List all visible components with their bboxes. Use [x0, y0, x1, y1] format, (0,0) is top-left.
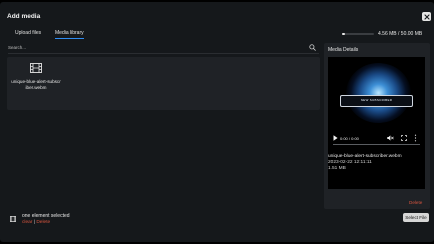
more-options-icon[interactable]: [414, 134, 417, 142]
details-filename: unique-blue-alert-subscriber.webm: [328, 154, 402, 159]
video-banner-text: NEW SUBSCRIBER: [360, 98, 393, 102]
film-icon: [30, 63, 42, 73]
video-glow: [346, 63, 411, 123]
add-media-modal: Add media Upload files Media library 4.5…: [0, 2, 434, 242]
video-time: 0:00 / 0:00: [340, 136, 359, 141]
media-item-name: unique-blue-alert-subscriber.webm: [11, 79, 61, 90]
select-file-button[interactable]: Select File: [403, 213, 429, 222]
media-details-panel: Media Details NEW SUBSCRIBER 0:00 / 0:00: [324, 43, 430, 209]
mute-icon[interactable]: [387, 135, 394, 141]
fullscreen-icon[interactable]: [401, 135, 407, 141]
selection-count: one element selected: [22, 213, 70, 219]
details-date: 2023-02-22 12:11:11: [328, 160, 372, 165]
details-size: 1.51 MB: [328, 166, 346, 171]
tab-media-library[interactable]: Media library: [55, 30, 84, 39]
storage-progress-bar: [342, 33, 374, 35]
selection-actions: clear | Delete: [22, 220, 50, 225]
film-icon: [10, 216, 16, 222]
play-icon[interactable]: [333, 135, 338, 141]
details-title: Media Details: [328, 47, 359, 53]
video-banner: NEW SUBSCRIBER: [340, 95, 413, 107]
search-icon[interactable]: [309, 44, 316, 51]
details-delete-link[interactable]: Delete: [409, 200, 422, 205]
action-separator: |: [33, 220, 35, 225]
clear-selection-link[interactable]: clear: [22, 220, 32, 225]
close-button[interactable]: [422, 12, 431, 21]
close-icon: [423, 13, 430, 20]
media-grid: unique-blue-alert-subscriber.webm: [7, 57, 320, 110]
modal-title: Add media: [7, 13, 41, 20]
search-input[interactable]: [8, 43, 308, 52]
media-item[interactable]: unique-blue-alert-subscriber.webm: [11, 63, 61, 107]
search-divider: [8, 53, 319, 54]
storage-usage-text: 4.56 MB / 50.00 MB: [378, 31, 423, 37]
tab-upload-files[interactable]: Upload files: [15, 30, 41, 36]
video-controls: 0:00 / 0:00: [328, 131, 425, 147]
delete-selection-link[interactable]: Delete: [36, 220, 50, 225]
storage-progress-fill: [342, 33, 345, 35]
video-progress-bar[interactable]: [333, 144, 420, 145]
